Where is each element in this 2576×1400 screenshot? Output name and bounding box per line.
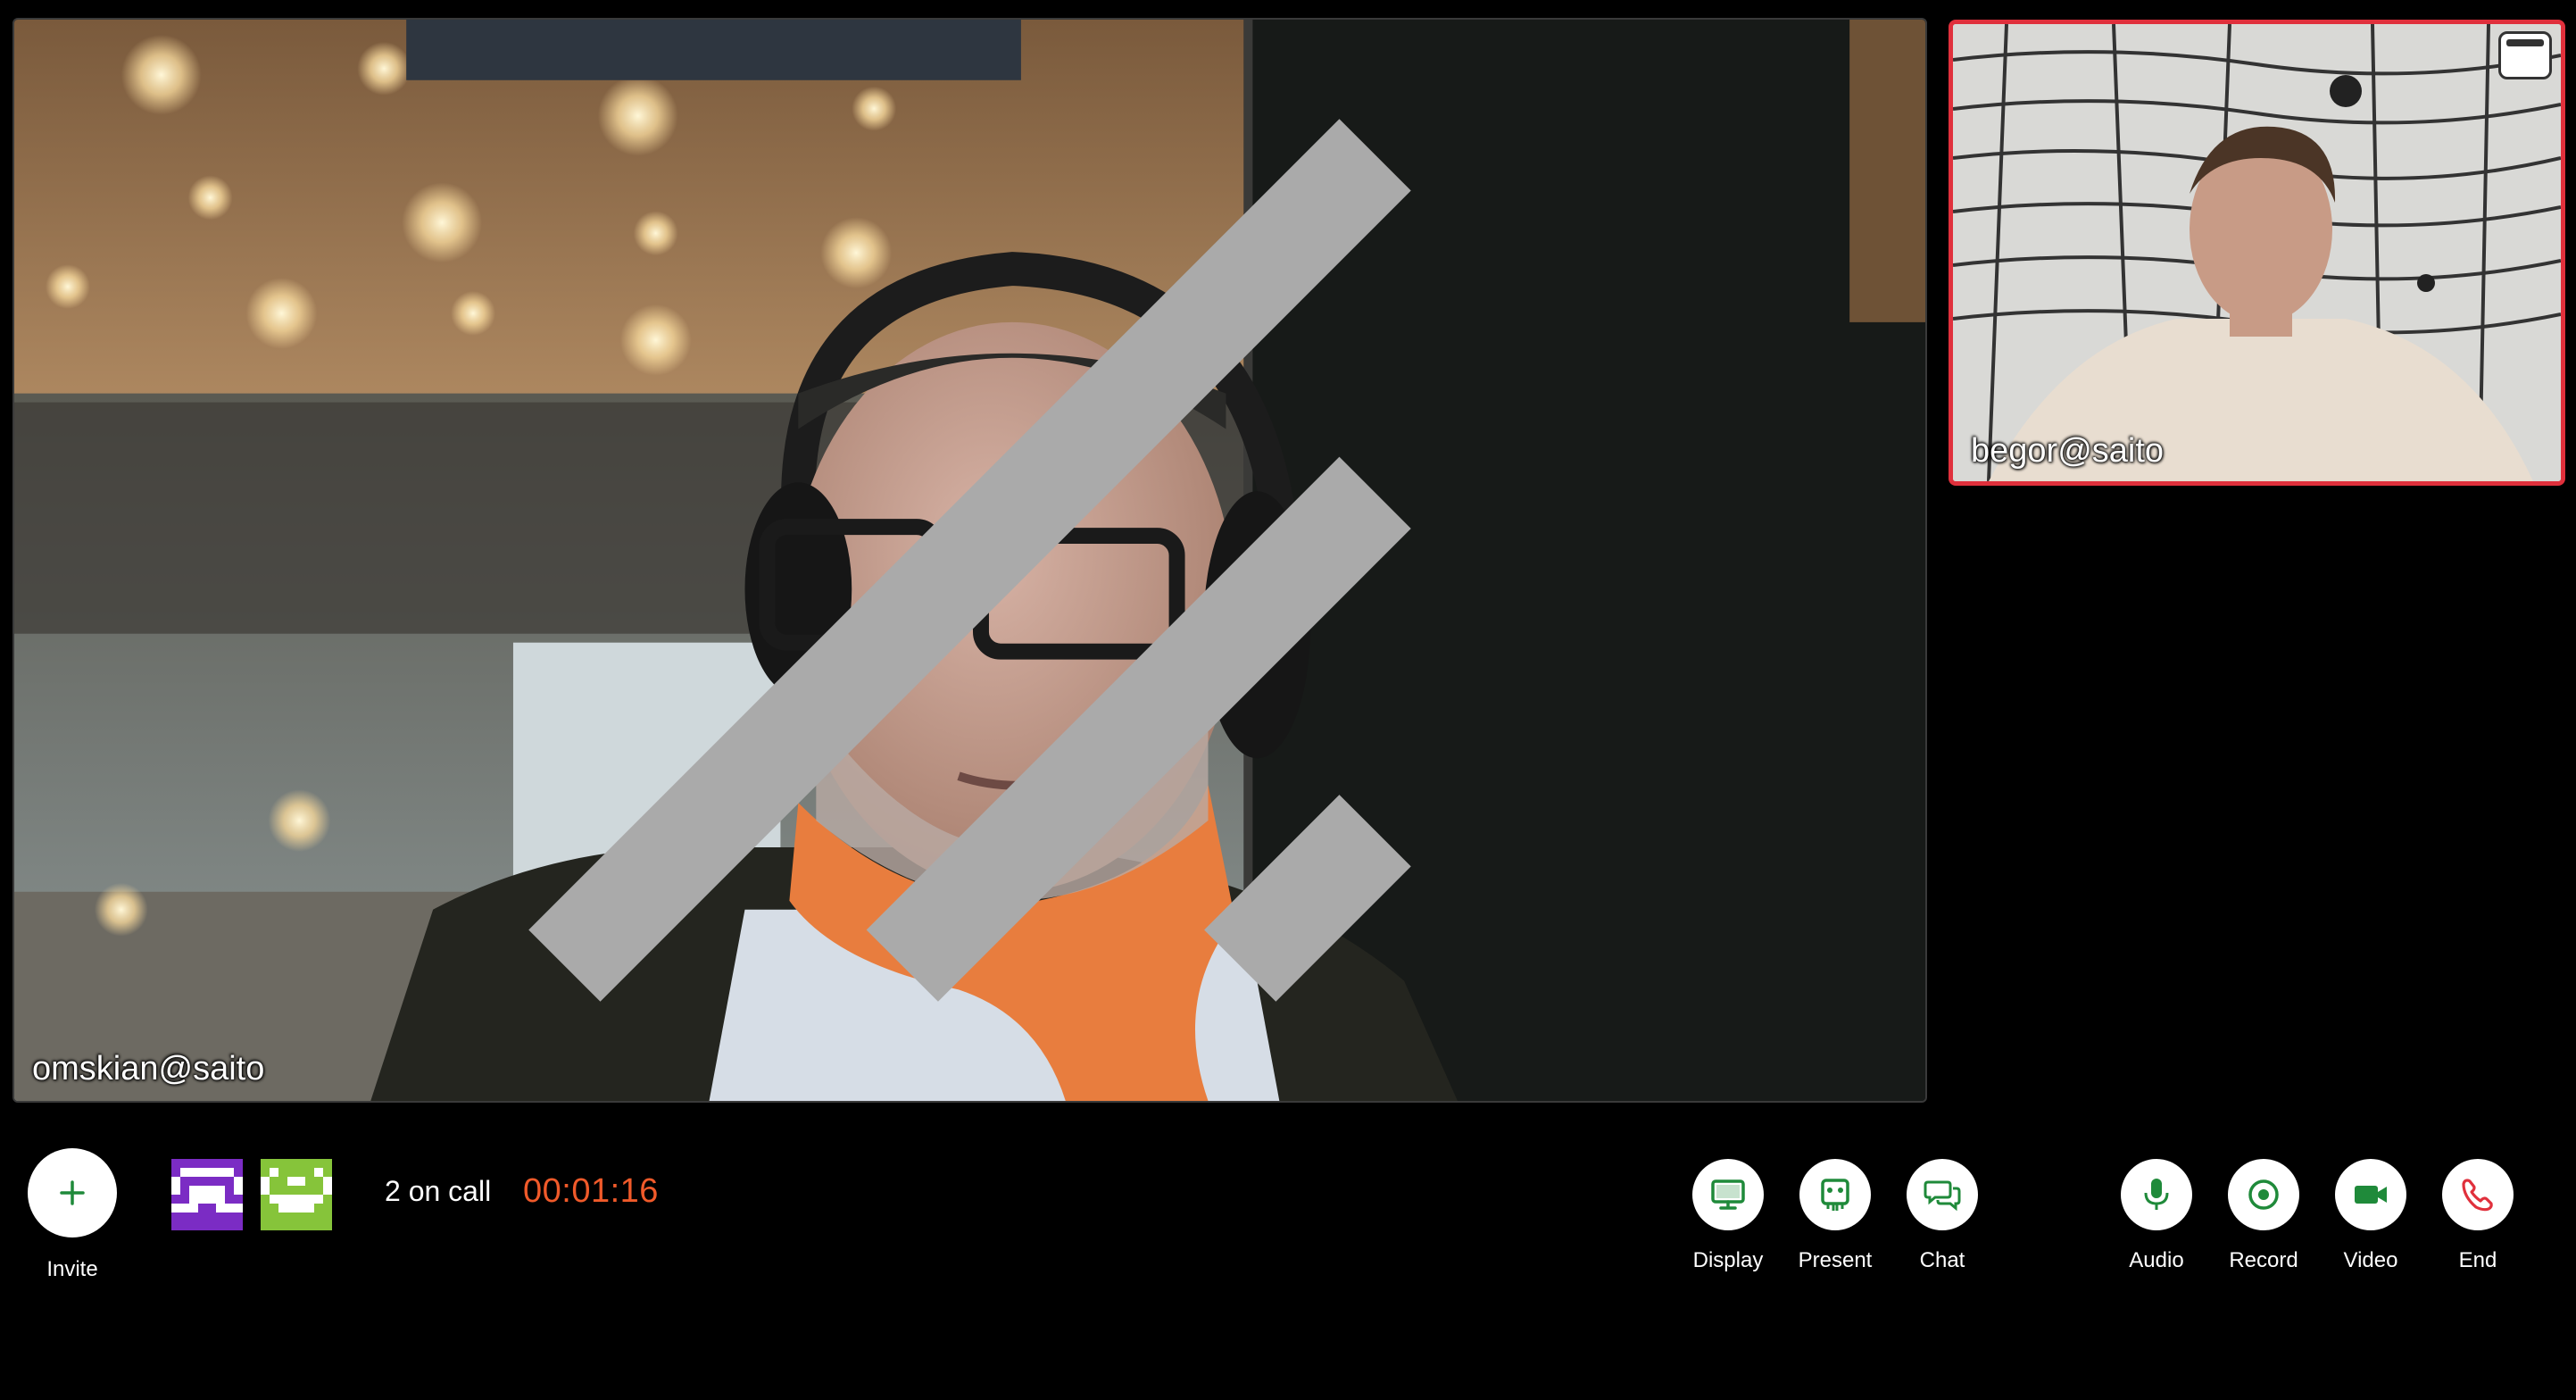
resize-handle-icon[interactable] xyxy=(14,20,1925,1101)
invite-label: Invite xyxy=(46,1257,98,1281)
purple-pixel-avatar-icon xyxy=(171,1159,243,1230)
window-toggle-button[interactable] xyxy=(2498,31,2552,79)
phone-hangup-icon xyxy=(2462,1179,2493,1212)
main-video-tile[interactable]: omskian@saito xyxy=(12,18,1927,1103)
self-video-feed xyxy=(1953,24,2561,481)
present-label: Present xyxy=(1798,1248,1873,1272)
video-label: Video xyxy=(2343,1248,2398,1272)
video-camera-icon xyxy=(2355,1186,2387,1204)
green-pixel-avatar-icon xyxy=(261,1159,332,1230)
plus-icon xyxy=(60,1180,85,1205)
audio-label: Audio xyxy=(2129,1248,2184,1272)
display-label: Display xyxy=(1692,1248,1764,1272)
video-button[interactable] xyxy=(2335,1159,2406,1230)
present-icon xyxy=(1821,1179,1849,1211)
participant-count: 2 on call xyxy=(385,1175,492,1207)
self-video-tile[interactable]: begor@saito xyxy=(1949,20,2565,486)
end-label: End xyxy=(2458,1248,2497,1272)
chat-button[interactable] xyxy=(1907,1159,1978,1230)
record-button[interactable] xyxy=(2228,1159,2299,1230)
record-label: Record xyxy=(2229,1248,2298,1272)
chat-icon xyxy=(1924,1180,1961,1212)
participant-avatar-1[interactable] xyxy=(171,1159,243,1230)
monitor-icon xyxy=(1711,1179,1745,1210)
chat-label: Chat xyxy=(1919,1248,1965,1272)
present-button[interactable] xyxy=(1799,1159,1871,1230)
record-icon xyxy=(2248,1179,2279,1210)
self-name-label: begor@saito xyxy=(1971,432,2165,470)
call-timer: 00:01:16 xyxy=(523,1172,659,1210)
microphone-icon xyxy=(2144,1179,2169,1210)
invite-button[interactable] xyxy=(28,1148,117,1238)
participant-avatar-2[interactable] xyxy=(261,1159,332,1230)
audio-button[interactable] xyxy=(2121,1159,2192,1230)
end-call-button[interactable] xyxy=(2442,1159,2514,1230)
call-control-bar: Invite 2 on call 00:01:16 Display Presen… xyxy=(0,1123,2576,1400)
display-button[interactable] xyxy=(1692,1159,1764,1230)
